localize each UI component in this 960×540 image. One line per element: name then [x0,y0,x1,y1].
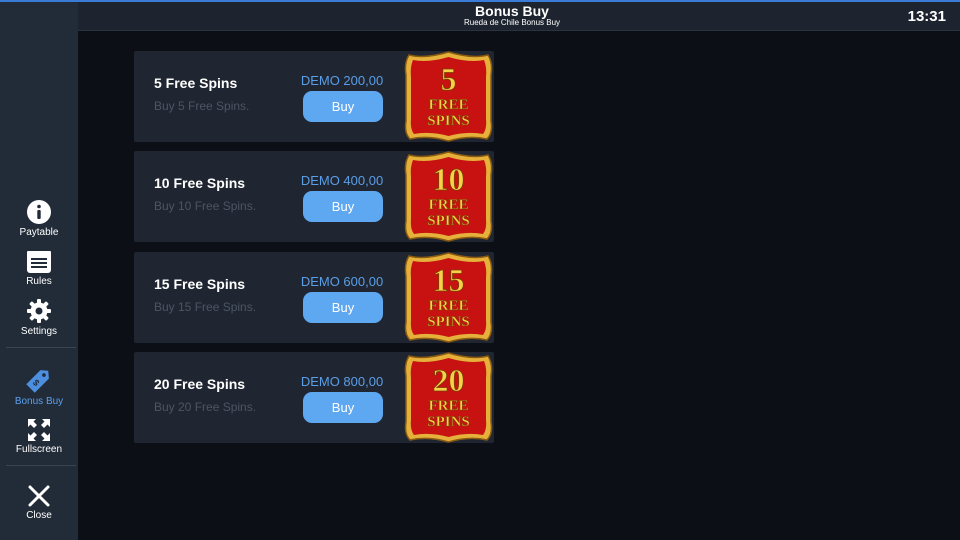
page-title: Bonus Buy [475,3,549,19]
clock: 13:31 [907,8,946,25]
offer-price: DEMO 800,00 [300,374,384,389]
info-icon [27,200,51,224]
free-spins-badge: 10 FREE SPINS [404,151,493,242]
offer-card: 5 Free Spins Buy 5 Free Spins. DEMO 200,… [134,51,494,142]
buy-button[interactable]: Buy [303,292,383,323]
sidebar-item-label: Settings [20,326,58,337]
offer-price: DEMO 200,00 [300,73,384,88]
gear-icon [27,299,51,323]
offer-card: 10 Free Spins Buy 10 Free Spins. DEMO 40… [134,151,494,242]
free-spins-badge: 20 FREE SPINS [404,352,493,443]
sidebar-item-label: Rules [26,276,52,287]
offer-price: DEMO 400,00 [300,173,384,188]
offer-card: 15 Free Spins Buy 15 Free Spins. DEMO 60… [134,252,494,343]
sidebar-item-close[interactable]: Close [0,484,78,521]
sidebar-item-label: Bonus Buy [14,396,64,407]
sidebar-item-paytable[interactable]: Paytable [0,199,78,238]
offer-description: Buy 15 Free Spins. [154,300,257,314]
badge-line-2: SPINS [427,113,470,129]
buy-button[interactable]: Buy [303,392,383,423]
badge-number: 20 [433,362,465,398]
sidebar-item-rules[interactable]: Rules [0,250,78,287]
badge-line-1: FREE [428,298,468,314]
offer-price: DEMO 600,00 [300,274,384,289]
fullscreen-icon [28,419,50,441]
buy-button[interactable]: Buy [303,91,383,122]
free-spins-badge: 15 FREE SPINS [404,252,493,343]
sidebar-item-fullscreen[interactable]: Fullscreen [0,418,78,455]
offer-description: Buy 10 Free Spins. [154,199,257,213]
page-subtitle: Rueda de Chile Bonus Buy [463,18,561,27]
badge-line-2: SPINS [427,414,470,430]
offer-card: 20 Free Spins Buy 20 Free Spins. DEMO 80… [134,352,494,443]
badge-line-1: FREE [428,398,468,414]
sidebar-item-label: Close [26,510,52,521]
offer-title: 20 Free Spins [154,376,246,392]
offer-title: 10 Free Spins [154,175,246,191]
badge-number: 5 [441,61,457,97]
sidebar: Paytable Rules Settings $ Bonus Buy Full… [0,2,78,540]
buy-button[interactable]: Buy [303,191,383,222]
sidebar-item-bonus-buy[interactable]: $ Bonus Buy [0,366,78,407]
rules-icon [27,251,51,273]
tag-icon: $ [26,370,49,393]
free-spins-badge: 5 FREE SPINS [404,51,493,142]
header-bar: Bonus Buy Rueda de Chile Bonus Buy 13:31 [78,2,960,31]
badge-line-1: FREE [428,197,468,213]
offer-description: Buy 5 Free Spins. [154,99,250,113]
sidebar-item-label: Fullscreen [15,444,63,455]
badge-line-2: SPINS [427,213,470,229]
offer-description: Buy 20 Free Spins. [154,400,257,414]
badge-number: 10 [433,161,465,197]
offer-title: 5 Free Spins [154,75,238,91]
badge-line-1: FREE [428,97,468,113]
sidebar-divider [6,465,76,466]
sidebar-item-label: Paytable [19,227,59,238]
close-icon [28,485,50,507]
offer-title: 15 Free Spins [154,276,246,292]
badge-number: 15 [433,262,465,298]
sidebar-divider [6,347,76,348]
sidebar-item-settings[interactable]: Settings [0,298,78,337]
badge-line-2: SPINS [427,314,470,330]
